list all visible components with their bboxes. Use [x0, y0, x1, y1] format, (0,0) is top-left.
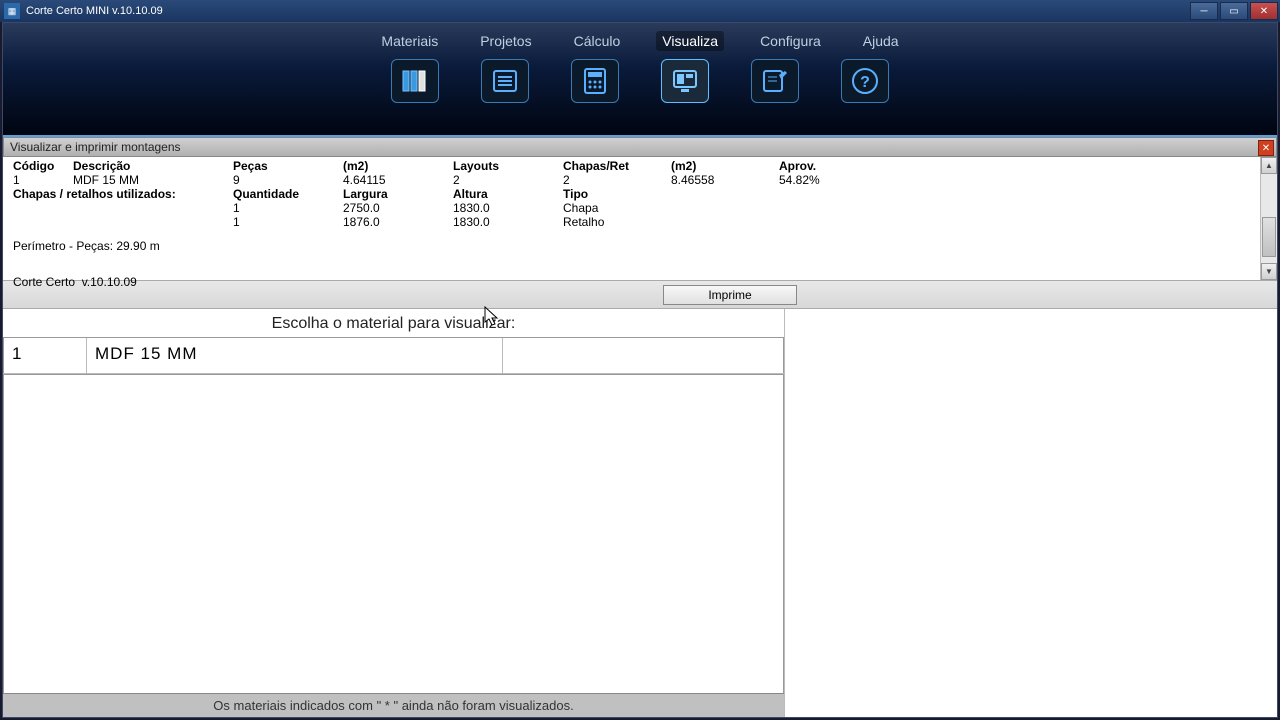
perimetro-text: Perímetro - Peças: 29.90 m — [13, 239, 160, 253]
info-scrollbar[interactable]: ▲ ▼ — [1260, 157, 1277, 280]
scroll-down-icon[interactable]: ▼ — [1261, 263, 1277, 280]
hdr-chapasret: Chapas/Ret — [563, 159, 671, 173]
toolbar-materiais-icon[interactable] — [391, 59, 439, 103]
materials-empty-area — [3, 375, 784, 717]
hdr-pecas: Peças — [233, 159, 343, 173]
menu-projetos[interactable]: Projetos — [474, 31, 537, 51]
val-pecas: 9 — [233, 173, 343, 187]
panel-title-text: Visualizar e imprimir montagens — [10, 140, 181, 154]
val-l2: 1876.0 — [343, 215, 453, 229]
scroll-thumb[interactable] — [1262, 217, 1276, 257]
hdr-m2b: (m2) — [671, 159, 779, 173]
materials-footer: Os materiais indicados com " * " ainda n… — [3, 693, 784, 717]
menu-ajuda[interactable]: Ajuda — [857, 31, 905, 51]
hdr-descricao: Descrição — [73, 159, 233, 173]
panel-close-button[interactable]: ✕ — [1258, 140, 1274, 156]
maximize-button[interactable]: ▭ — [1220, 2, 1248, 20]
app-icon: ▦ — [4, 3, 20, 19]
val-layouts: 2 — [453, 173, 563, 187]
menu-calculo[interactable]: Cálculo — [568, 31, 627, 51]
preview-area — [785, 309, 1277, 717]
val-codigo: 1 — [13, 173, 73, 187]
hdr-tipo: Tipo — [563, 187, 671, 201]
val-a2: 1830.0 — [453, 215, 563, 229]
menu-row: Materiais Projetos Cálculo Visualiza Con… — [3, 23, 1277, 51]
panel-titlebar: Visualizar e imprimir montagens ✕ — [3, 137, 1277, 157]
close-button[interactable]: ✕ — [1250, 2, 1278, 20]
materials-header: Escolha o material para visualizar: — [3, 309, 784, 337]
val-m2a: 4.64115 — [343, 173, 453, 187]
menu-configura[interactable]: Configura — [754, 31, 827, 51]
toolbar-configura-icon[interactable] — [751, 59, 799, 103]
val-q1: 1 — [233, 201, 343, 215]
material-extra — [503, 338, 784, 373]
window-title: Corte Certo MINI v.10.10.09 — [26, 5, 1190, 17]
material-name: MDF 15 MM — [87, 338, 503, 373]
val-aprov: 54.82% — [779, 173, 859, 187]
material-id: 1 — [3, 338, 87, 373]
scroll-up-icon[interactable]: ▲ — [1261, 157, 1277, 174]
val-l1: 2750.0 — [343, 201, 453, 215]
material-row[interactable]: 1 MDF 15 MM — [3, 338, 784, 374]
titlebar: ▦ Corte Certo MINI v.10.10.09 ─ ▭ ✕ — [0, 0, 1280, 22]
hdr-m2a: (m2) — [343, 159, 453, 173]
version-text: Corte Certo v.10.10.09 — [13, 275, 137, 289]
toolbar-ajuda-icon[interactable]: ? — [841, 59, 889, 103]
hdr-codigo: Código — [13, 159, 73, 173]
minimize-button[interactable]: ─ — [1190, 2, 1218, 20]
svg-text:?: ? — [860, 74, 870, 91]
hdr-layouts: Layouts — [453, 159, 563, 173]
val-m2b: 8.46558 — [671, 173, 779, 187]
hdr-largura: Largura — [343, 187, 453, 201]
hdr-chapas-util: Chapas / retalhos utilizados: — [13, 187, 233, 201]
val-t1: Chapa — [563, 201, 671, 215]
val-a1: 1830.0 — [453, 201, 563, 215]
val-q2: 1 — [233, 215, 343, 229]
toolbar-visualiza-icon[interactable] — [661, 59, 709, 103]
val-descricao: MDF 15 MM — [73, 173, 233, 187]
val-chapasret: 2 — [563, 173, 671, 187]
val-t2: Retalho — [563, 215, 671, 229]
menu-materiais[interactable]: Materiais — [375, 31, 444, 51]
hdr-quantidade: Quantidade — [233, 187, 343, 201]
info-area: Código Descrição Peças (m2) Layouts Chap… — [3, 157, 1277, 281]
menu-visualiza[interactable]: Visualiza — [656, 31, 724, 51]
toolbar-calculo-icon[interactable] — [571, 59, 619, 103]
toolbar: Materiais Projetos Cálculo Visualiza Con… — [3, 23, 1277, 137]
toolbar-projetos-icon[interactable] — [481, 59, 529, 103]
materials-panel: Escolha o material para visualizar: 1 MD… — [3, 309, 785, 717]
hdr-aprov: Aprov. — [779, 159, 859, 173]
hdr-altura: Altura — [453, 187, 563, 201]
